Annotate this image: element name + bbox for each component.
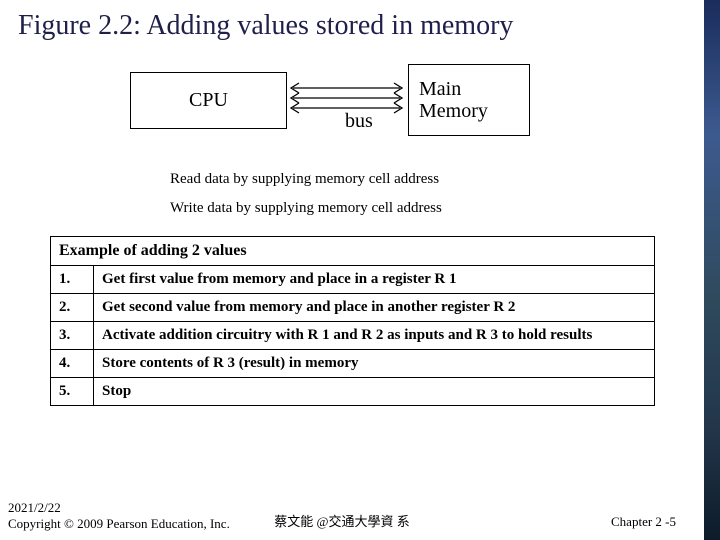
step-number: 4. (51, 350, 94, 378)
table-row: 4. Store contents of R 3 (result) in mem… (51, 350, 655, 378)
step-number: 1. (51, 266, 94, 294)
note-write: Write data by supplying memory cell addr… (170, 194, 704, 223)
step-number: 5. (51, 378, 94, 406)
slide-body: Figure 2.2: Adding values stored in memo… (0, 0, 704, 540)
bus-connector: bus (285, 82, 408, 132)
step-text: Get second value from memory and place i… (94, 294, 655, 322)
step-number: 2. (51, 294, 94, 322)
decorative-side-bar (704, 0, 720, 540)
footer-center: 蔡文能 @交通大學資 系 (8, 511, 676, 530)
step-text: Store contents of R 3 (result) in memory (94, 350, 655, 378)
step-text: Get first value from memory and place in… (94, 266, 655, 294)
example-heading: Example of adding 2 values (51, 237, 655, 266)
memory-label: Main Memory (419, 78, 488, 122)
table-row: 1. Get first value from memory and place… (51, 266, 655, 294)
table-row: 2. Get second value from memory and plac… (51, 294, 655, 322)
memory-box: Main Memory (408, 64, 530, 136)
diagram-notes: Read data by supplying memory cell addre… (170, 165, 704, 222)
table-row: 5. Stop (51, 378, 655, 406)
note-read: Read data by supplying memory cell addre… (170, 165, 704, 194)
step-text: Activate addition circuitry with R 1 and… (94, 322, 655, 350)
slide-title: Figure 2.2: Adding values stored in memo… (0, 0, 704, 42)
step-text: Stop (94, 378, 655, 406)
table-row: 3. Activate addition circuitry with R 1 … (51, 322, 655, 350)
cpu-box: CPU (130, 72, 287, 129)
example-table: Example of adding 2 values 1. Get first … (50, 236, 655, 406)
footer-right: Chapter 2 -5 (611, 514, 676, 530)
cpu-bus-memory-diagram: CPU bus Main Memory (0, 64, 704, 159)
bus-label: bus (345, 110, 373, 133)
cpu-label: CPU (189, 89, 228, 112)
step-number: 3. (51, 322, 94, 350)
